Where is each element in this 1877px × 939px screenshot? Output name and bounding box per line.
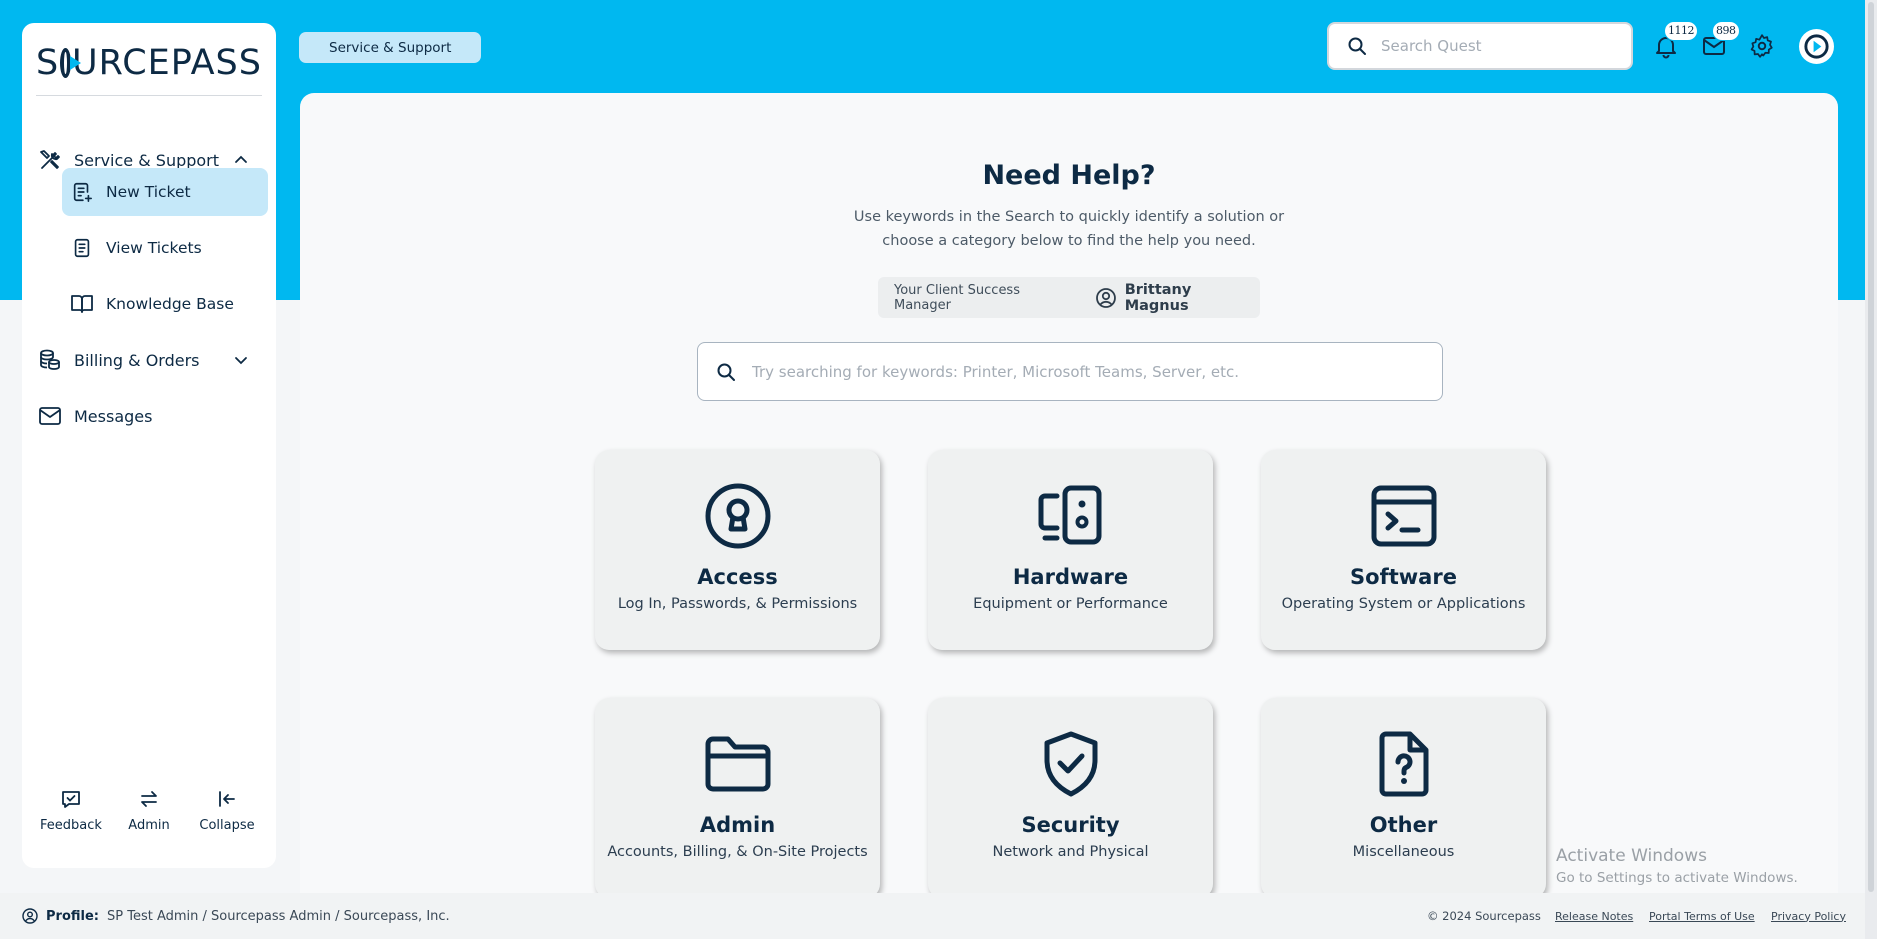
user-circle-icon bbox=[1095, 287, 1116, 308]
client-success-manager: Your Client Success Manager Brittany Mag… bbox=[878, 277, 1260, 318]
gear-icon bbox=[1750, 34, 1773, 58]
sidebar-item-label: Knowledge Base bbox=[106, 295, 234, 313]
category-card-other[interactable]: Other Miscellaneous bbox=[1261, 698, 1546, 898]
csm-name[interactable]: Brittany Magnus bbox=[1125, 282, 1260, 314]
help-search[interactable] bbox=[697, 342, 1443, 401]
devices-icon bbox=[1038, 485, 1102, 545]
watermark-line: Activate Windows bbox=[1556, 846, 1707, 866]
card-subtitle: Accounts, Billing, & On-Site Projects bbox=[607, 844, 868, 860]
category-card-security[interactable]: Security Network and Physical bbox=[928, 698, 1213, 898]
swap-icon bbox=[141, 791, 157, 807]
lock-icon bbox=[705, 483, 771, 549]
card-title: Software bbox=[1350, 565, 1457, 589]
sidebar-item-view-tickets[interactable]: View Tickets bbox=[62, 224, 268, 272]
card-subtitle: Operating System or Applications bbox=[1281, 596, 1526, 612]
sidebar-tools: Feedback Admin Collapse bbox=[22, 788, 276, 844]
windows-activation-watermark: Activate Windows Go to Settings to activ… bbox=[1556, 846, 1798, 886]
privacy-policy-link[interactable]: Privacy Policy bbox=[1771, 910, 1846, 923]
collapse-icon bbox=[219, 791, 235, 807]
user-avatar[interactable] bbox=[1799, 29, 1834, 64]
sidebar-item-knowledge-base[interactable]: Knowledge Base bbox=[62, 280, 268, 328]
terminal-icon bbox=[1371, 485, 1437, 547]
feedback-label: Feedback bbox=[40, 818, 102, 833]
csm-label: Your Client Success Manager bbox=[894, 282, 1020, 313]
header-search-input[interactable] bbox=[1381, 37, 1611, 55]
page-title: Need Help? bbox=[982, 160, 1156, 191]
sidebar-item-label: View Tickets bbox=[106, 239, 202, 257]
book-icon bbox=[70, 292, 94, 316]
search-icon bbox=[717, 363, 735, 381]
sidebar-divider bbox=[36, 95, 262, 96]
logo-text: S bbox=[36, 43, 60, 83]
portal-terms-link[interactable]: Portal Terms of Use bbox=[1649, 910, 1755, 923]
new-ticket-icon bbox=[70, 180, 94, 204]
collapse-label: Collapse bbox=[199, 818, 255, 833]
admin-label: Admin bbox=[128, 818, 170, 833]
admin-button[interactable]: Admin bbox=[114, 788, 184, 844]
card-title: Security bbox=[1021, 813, 1120, 837]
chevron-down-icon[interactable] bbox=[232, 351, 250, 369]
sidebar: S URCEPASS Service & Support New Ticket V… bbox=[22, 23, 276, 868]
category-card-admin[interactable]: Admin Accounts, Billing, & On-Site Proje… bbox=[595, 698, 880, 898]
messages-badge: 898 bbox=[1712, 21, 1740, 41]
copyright: © 2024 Sourcepass bbox=[1427, 909, 1541, 923]
file-question-icon bbox=[1379, 731, 1429, 797]
watermark-line: Go to Settings to activate Windows. bbox=[1556, 870, 1798, 886]
shield-check-icon bbox=[1044, 731, 1098, 797]
breadcrumb[interactable]: Service & Support bbox=[299, 32, 482, 63]
settings-button[interactable] bbox=[1749, 33, 1775, 59]
sidebar-item-label: Billing & Orders bbox=[74, 350, 200, 370]
logo-text: URCEPASS bbox=[72, 43, 262, 83]
card-subtitle: Miscellaneous bbox=[1352, 844, 1455, 860]
sidebar-item-label: Service & Support bbox=[74, 150, 220, 170]
category-card-software[interactable]: Software Operating System or Application… bbox=[1261, 450, 1546, 650]
card-title: Hardware bbox=[1012, 565, 1129, 589]
sidebar-item-messages[interactable]: Messages bbox=[36, 392, 262, 440]
feedback-button[interactable]: Feedback bbox=[36, 788, 106, 844]
help-search-input[interactable] bbox=[752, 362, 1432, 381]
folder-icon bbox=[705, 736, 771, 792]
card-title: Access bbox=[697, 565, 778, 589]
card-subtitle: Equipment or Performance bbox=[973, 596, 1168, 612]
main-panel: Need Help? Use keywords in the Search to… bbox=[300, 93, 1838, 898]
mail-icon bbox=[38, 404, 62, 428]
profile-icon bbox=[22, 908, 38, 924]
header-search[interactable] bbox=[1327, 22, 1633, 70]
sourcepass-avatar-icon bbox=[1804, 34, 1829, 59]
tools-icon bbox=[38, 148, 62, 172]
card-title: Admin bbox=[699, 813, 776, 837]
logo-play-icon bbox=[60, 48, 81, 78]
card-title: Other bbox=[1369, 813, 1438, 837]
category-card-hardware[interactable]: Hardware Equipment or Performance bbox=[928, 450, 1213, 650]
search-icon bbox=[1348, 37, 1366, 55]
chevron-up-icon[interactable] bbox=[232, 151, 250, 169]
profile-value: SP Test Admin / Sourcepass Admin / Sourc… bbox=[106, 908, 450, 924]
sidebar-item-billing-orders[interactable]: Billing & Orders bbox=[36, 336, 262, 384]
scrollbar-thumb[interactable] bbox=[1868, 2, 1874, 892]
footer: Profile: SP Test Admin / Sourcepass Admi… bbox=[0, 893, 1865, 939]
notifications-badge: 1112 bbox=[1664, 21, 1698, 41]
card-subtitle: Log In, Passwords, & Permissions bbox=[617, 596, 858, 612]
collapse-button[interactable]: Collapse bbox=[192, 788, 262, 844]
coins-icon bbox=[38, 348, 62, 372]
intro-line: Use keywords in the Search to quickly id… bbox=[853, 209, 1285, 225]
sidebar-item-label: New Ticket bbox=[106, 183, 191, 201]
intro-line: choose a category below to find the help… bbox=[882, 233, 1256, 249]
sidebar-item-label: Messages bbox=[74, 406, 153, 426]
page-scrollbar[interactable] bbox=[1865, 0, 1877, 939]
ticket-list-icon bbox=[70, 236, 94, 260]
sourcepass-logo[interactable]: S URCEPASS bbox=[36, 41, 262, 85]
notifications-button[interactable]: 1112 bbox=[1653, 21, 1698, 59]
release-notes-link[interactable]: Release Notes bbox=[1555, 910, 1633, 923]
profile-label: Profile: bbox=[46, 908, 99, 924]
intro-text: Use keywords in the Search to quickly id… bbox=[819, 205, 1319, 253]
card-subtitle: Network and Physical bbox=[992, 844, 1149, 860]
sidebar-item-new-ticket[interactable]: New Ticket bbox=[62, 168, 268, 216]
messages-button[interactable]: 898 bbox=[1701, 21, 1740, 59]
category-card-access[interactable]: Access Log In, Passwords, & Permissions bbox=[595, 450, 880, 650]
feedback-icon bbox=[62, 791, 80, 808]
